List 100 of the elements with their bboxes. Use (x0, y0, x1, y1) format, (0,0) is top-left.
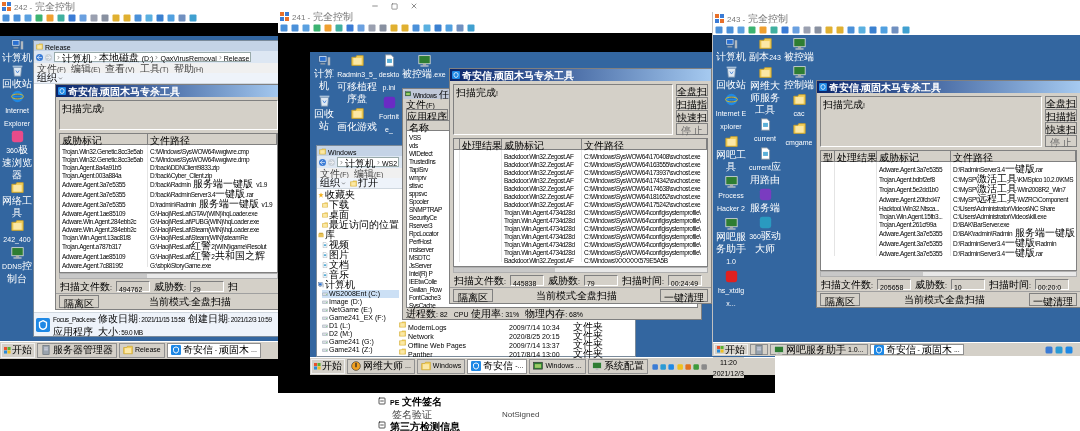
desktop-icon-label: 网络工具 (2, 194, 32, 218)
window-icon (533, 361, 544, 372)
sidebar-item[interactable]: 下载 (322, 200, 399, 210)
monitor-icon (10, 246, 24, 259)
chevron-icon (154, 54, 160, 60)
quarantine-button[interactable]: 隔离区 (453, 288, 493, 302)
sidebar-item[interactable]: 视频 (322, 240, 399, 250)
start-button[interactable]: 开始 (714, 343, 748, 356)
folder-icon (350, 107, 364, 120)
server-icon (41, 345, 51, 356)
shield-icon (819, 83, 827, 91)
desktop-icon-label: 回收站 (313, 107, 335, 131)
server-icon (754, 344, 764, 355)
app-icon (715, 13, 724, 23)
toolbar-button[interactable]: 组织 (37, 73, 63, 83)
folder-icon (350, 54, 364, 67)
start-button[interactable]: 开始 (1, 342, 35, 359)
field-label: 签名验证 (392, 407, 433, 420)
sidebar-item[interactable]: 收藏夹 (318, 190, 399, 200)
document-icon (322, 242, 328, 248)
file-type: 应用程序 (53, 324, 94, 338)
toolbar-button[interactable]: 打开 (350, 178, 378, 188)
scan-button[interactable]: 快速扫 (676, 110, 708, 122)
sidebar-item[interactable]: 音乐 (322, 270, 399, 280)
back-button[interactable] (36, 53, 43, 61)
folder-icon (10, 181, 24, 194)
breadcrumb-item[interactable]: 计算机 (345, 156, 375, 168)
folder-icon (420, 361, 431, 372)
sidebar-item[interactable]: 最近访问的位置 (322, 220, 399, 230)
toolbar-button[interactable]: 组织 (320, 178, 346, 188)
scrollbar[interactable] (59, 273, 278, 279)
computer-icon (724, 37, 738, 50)
sidebar-item[interactable]: 文档 (322, 260, 399, 270)
scan-button[interactable]: 快速扫 (1045, 122, 1077, 134)
column-header[interactable]: 威胁标记 (60, 134, 148, 144)
scan-button[interactable]: 扫描指 (1045, 109, 1077, 121)
start-button[interactable]: 开始 (311, 358, 345, 375)
taskbar-button[interactable]: 系统配置 (587, 358, 648, 375)
window-title: 243 - 完全控制 (727, 12, 788, 25)
folder-icon (322, 222, 328, 228)
shield-icon (471, 361, 482, 372)
monitor-icon (792, 65, 806, 78)
field-value: NotSigned (502, 409, 540, 420)
chevron-icon (217, 54, 223, 60)
folder-icon (319, 147, 326, 155)
windows-logo-icon (717, 346, 724, 353)
shield-icon (58, 87, 66, 95)
chevron-icon (376, 159, 381, 165)
breadcrumb-item[interactable]: 计算机 (62, 51, 92, 63)
window-icon (405, 91, 411, 97)
app-icon (280, 11, 289, 21)
sidebar-item[interactable]: 图片 (322, 250, 399, 260)
monitor-icon (792, 37, 806, 50)
folder-icon (322, 202, 328, 208)
back-button[interactable] (319, 158, 326, 166)
scrollbar[interactable] (453, 267, 708, 273)
sidebar-item[interactable]: 计算机 (318, 280, 399, 290)
computer-icon (318, 282, 324, 288)
quarantine-button[interactable]: 隔离区 (820, 292, 860, 306)
column-header[interactable]: 处理结果 (835, 151, 877, 161)
column-header[interactable]: 威胁标记 (502, 139, 582, 149)
folder-icon (792, 93, 806, 106)
shield-icon (452, 71, 460, 79)
app-icon (2, 1, 11, 11)
chevron-icon (93, 54, 98, 60)
windows-logo-icon (4, 347, 11, 354)
folder-icon (399, 348, 406, 355)
minimize-icon[interactable] (371, 2, 379, 10)
column-header[interactable]: 文件路径 (582, 139, 707, 149)
quarantine-button[interactable]: 隔离区 (59, 294, 99, 308)
column-header[interactable]: 文件路径 (951, 151, 1076, 161)
desktop-icon-label: 控制端 (783, 78, 815, 90)
sidebar-item[interactable]: 库 (318, 230, 399, 240)
scan-button[interactable]: 扫描指 (676, 97, 708, 109)
column-header[interactable]: 文件路径 (148, 134, 277, 144)
folder-icon (36, 42, 43, 50)
scan-button[interactable]: 全盘扫 (676, 84, 708, 96)
library-icon (318, 232, 324, 238)
scrollbar[interactable] (820, 271, 1077, 277)
monitor-icon (591, 361, 602, 372)
collapse-icon[interactable] (378, 421, 386, 429)
maximize-icon[interactable] (391, 2, 398, 10)
collapse-icon[interactable] (378, 397, 386, 405)
taskbar-button[interactable] (750, 343, 768, 356)
column-header[interactable]: 处理结果 (460, 139, 502, 149)
close-icon[interactable] (410, 2, 418, 10)
sidebar-item[interactable]: 桌面 (322, 210, 399, 220)
column-header[interactable]: 威胁标记 (877, 151, 951, 161)
clean-button[interactable]: 一键清理 (660, 288, 708, 302)
clean-button[interactable]: 一键清理 (1029, 292, 1077, 306)
folder-icon (724, 135, 738, 148)
document-icon (758, 147, 772, 160)
column-header[interactable]: 型 (821, 151, 835, 161)
folder-icon (10, 219, 24, 232)
browser-icon (724, 93, 738, 106)
desktop-icon-label: 网维大师服务工具 (749, 79, 781, 115)
folder-icon (399, 330, 406, 337)
document-icon (322, 262, 328, 268)
taskbar-button[interactable]: 服务器管理器 (37, 342, 117, 359)
scan-button[interactable]: 全盘扫 (1045, 96, 1077, 108)
